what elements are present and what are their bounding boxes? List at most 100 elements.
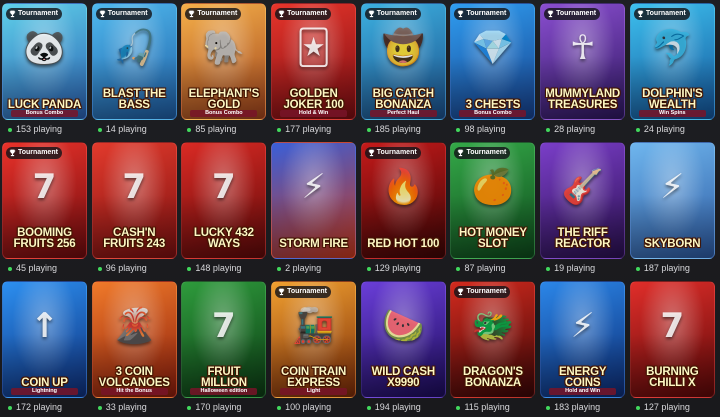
trophy-icon bbox=[458, 149, 464, 157]
game-card-the-riff-reactor[interactable]: 🎸 The Riff Reactor 19 playing bbox=[540, 142, 626, 277]
game-thumbnail[interactable]: 🐬 Dolphin's Wealth Win Spins Tournament bbox=[629, 3, 715, 120]
game-card-burning-chilli-x[interactable]: 7 Burning Chilli X 127 playing bbox=[629, 281, 715, 416]
game-card-storm-fire[interactable]: ⚡ Storm Fire 2 playing bbox=[271, 142, 357, 277]
player-count: 45 playing bbox=[8, 263, 57, 274]
game-subtitle: Halloween edition bbox=[190, 388, 258, 395]
tournament-badge: Tournament bbox=[454, 8, 511, 20]
game-card-fruit-million[interactable]: 7 Fruit Million Halloween edition 170 playi… bbox=[181, 281, 267, 416]
game-thumbnail[interactable]: 🎸 The Riff Reactor bbox=[540, 142, 626, 259]
game-card-elephant-s-gold[interactable]: 🐘 Elephant's Gold Bonus Combo Tournament 85 … bbox=[181, 3, 267, 138]
game-thumbnail[interactable]: ⚡ Energy Coins Hold and Win bbox=[540, 281, 626, 398]
trophy-icon bbox=[368, 10, 374, 18]
player-count-text: 100 playing bbox=[285, 402, 332, 412]
player-count-text: 153 playing bbox=[16, 124, 63, 134]
player-count: 187 playing bbox=[635, 263, 690, 274]
player-count-text: 187 playing bbox=[643, 263, 690, 273]
game-title: Storm Fire bbox=[279, 238, 348, 250]
player-count-text: 28 playing bbox=[554, 124, 596, 134]
game-thumbnail[interactable]: 🚂 Coin Train Express Light Tournament bbox=[271, 281, 357, 398]
game-card-lucky-432-ways[interactable]: 7 Lucky 432 Ways 148 playing bbox=[181, 142, 267, 277]
online-dot-icon bbox=[277, 405, 282, 410]
game-card-3-chests[interactable]: 💎 3 Chests Bonus Combo Tournament 98 playing bbox=[450, 3, 536, 138]
game-card-dolphin-s-wealth[interactable]: 🐬 Dolphin's Wealth Win Spins Tournament 24 p… bbox=[629, 3, 715, 138]
player-count: 85 playing bbox=[187, 124, 236, 135]
player-count-text: 177 playing bbox=[285, 124, 332, 134]
lightning-icon: ⚡ bbox=[301, 166, 326, 207]
game-thumbnail[interactable]: 7 Lucky 432 Ways bbox=[181, 142, 267, 259]
tournament-badge: Tournament bbox=[544, 8, 601, 20]
game-card-cash-n-fruits-243[interactable]: 7 Cash'n Fruits 243 96 playing bbox=[91, 142, 177, 277]
tournament-badge: Tournament bbox=[275, 286, 331, 298]
online-dot-icon bbox=[546, 127, 551, 132]
game-card-3-coin-volcanoes[interactable]: 🌋 3 Coin Volcanoes Hit the Bonus 33 playing bbox=[91, 281, 177, 416]
volcano-icon: 🌋 bbox=[113, 305, 156, 346]
tournament-badge: Tournament bbox=[185, 8, 242, 20]
game-title: Elephant's Gold bbox=[188, 88, 260, 111]
game-card-big-catch-bonanza[interactable]: 🤠 Big Catch Bonanza Perfect Haul Tournament… bbox=[360, 3, 446, 138]
tournament-badge-label: Tournament bbox=[18, 149, 58, 156]
game-title: The Riff Reactor bbox=[554, 227, 611, 250]
game-card-coin-train-express[interactable]: 🚂 Coin Train Express Light Tournament 100 pl… bbox=[271, 281, 357, 416]
game-card-coin-up[interactable]: ↑ Coin Up Lightning 172 playing bbox=[2, 281, 87, 416]
game-card-hot-money-slot[interactable]: 🍊 Hot Money Slot Tournament 87 playing bbox=[450, 142, 536, 277]
game-card-energy-coins[interactable]: ⚡ Energy Coins Hold and Win 183 playing bbox=[540, 281, 626, 416]
dragon-icon: 🐲 bbox=[471, 305, 515, 346]
flame-icon: 🔥 bbox=[382, 166, 425, 207]
game-thumbnail[interactable]: ☥ Mummyland Treasures Tournament bbox=[540, 3, 626, 120]
game-thumbnail[interactable]: 🔥 Red Hot 100 Tournament bbox=[360, 142, 446, 259]
fishing-icon: 🎣 bbox=[113, 27, 156, 68]
game-card-skyborn[interactable]: ⚡ Skyborn 187 playing bbox=[629, 142, 715, 277]
game-title: Booming Fruits 256 bbox=[13, 227, 76, 250]
player-count-text: 45 playing bbox=[16, 263, 58, 273]
watermelon-icon: 🍉 bbox=[382, 305, 425, 346]
game-card-booming-fruits-256[interactable]: 7 Booming Fruits 256 Tournament 45 playing bbox=[2, 142, 87, 277]
player-count-text: 87 playing bbox=[464, 263, 506, 273]
trophy-icon bbox=[278, 10, 285, 18]
trophy-icon bbox=[547, 10, 554, 18]
online-dot-icon bbox=[187, 266, 192, 271]
game-thumbnail[interactable]: 💎 3 Chests Bonus Combo Tournament bbox=[450, 3, 536, 120]
game-title: Burning Chilli X bbox=[646, 366, 699, 389]
game-card-blast-the-bass[interactable]: 🎣 Blast the Bass Tournament 14 playing bbox=[91, 3, 177, 138]
game-thumbnail[interactable]: 🌋 3 Coin Volcanoes Hit the Bonus bbox=[91, 281, 177, 398]
game-subtitle: Hold & Win bbox=[280, 110, 348, 117]
game-title: Skyborn bbox=[644, 238, 701, 250]
game-thumbnail[interactable]: 🐲 Dragon's Bonanza Tournament bbox=[450, 281, 536, 398]
game-thumbnail[interactable]: 7 Cash'n Fruits 243 bbox=[91, 142, 177, 259]
game-card-dragon-s-bonanza[interactable]: 🐲 Dragon's Bonanza Tournament 115 playing bbox=[450, 281, 536, 416]
online-dot-icon bbox=[277, 266, 282, 271]
game-thumbnail[interactable]: 🤠 Big Catch Bonanza Perfect Haul Tournament bbox=[360, 3, 446, 120]
game-thumbnail[interactable]: ⚡ Storm Fire bbox=[271, 142, 357, 259]
game-thumbnail[interactable]: 🍊 Hot Money Slot Tournament bbox=[450, 142, 536, 259]
game-thumbnail[interactable]: 7 Burning Chilli X bbox=[629, 281, 715, 398]
game-card-mummyland-treasures[interactable]: ☥ Mummyland Treasures Tournament 28 playing bbox=[540, 3, 626, 138]
game-thumbnail[interactable]: 7 Booming Fruits 256 Tournament bbox=[2, 142, 87, 259]
game-subtitle: Perfect Haul bbox=[369, 110, 437, 117]
tournament-badge-label: Tournament bbox=[556, 10, 597, 17]
game-title: Cash'n Fruits 243 bbox=[103, 227, 166, 250]
player-count-text: 129 playing bbox=[374, 263, 421, 273]
game-card-golden-joker-100[interactable]: 🃏 Golden Joker 100 Hold & Win Tournament 177… bbox=[271, 3, 357, 138]
game-thumbnail[interactable]: 7 Fruit Million Halloween edition bbox=[181, 281, 267, 398]
tournament-badge-label: Tournament bbox=[18, 10, 58, 17]
arrow-up-icon: ↑ bbox=[30, 305, 59, 346]
game-card-red-hot-100[interactable]: 🔥 Red Hot 100 Tournament 129 playing bbox=[360, 142, 446, 277]
panda-icon: 🐼 bbox=[23, 27, 66, 68]
game-thumbnail[interactable]: 🎣 Blast the Bass Tournament bbox=[91, 3, 177, 120]
trophy-icon bbox=[368, 149, 374, 157]
game-title: Dolphin's Wealth bbox=[642, 88, 703, 111]
game-thumbnail[interactable]: 🍉 Wild Cash x9990 bbox=[360, 281, 446, 398]
trophy-icon bbox=[458, 10, 464, 18]
game-thumbnail[interactable]: ↑ Coin Up Lightning bbox=[2, 281, 87, 398]
game-thumbnail[interactable]: 🐼 Luck Panda Bonus Combo Tournament bbox=[2, 3, 87, 120]
game-thumbnail[interactable]: ⚡ Skyborn bbox=[629, 142, 715, 259]
game-card-luck-panda[interactable]: 🐼 Luck Panda Bonus Combo Tournament 153 play… bbox=[2, 3, 87, 138]
player-count: 115 playing bbox=[456, 402, 510, 413]
online-dot-icon bbox=[187, 127, 192, 132]
online-dot-icon bbox=[97, 127, 102, 132]
game-thumbnail[interactable]: 🃏 Golden Joker 100 Hold & Win Tournament bbox=[271, 3, 357, 120]
player-count-text: 172 playing bbox=[16, 402, 63, 412]
game-card-wild-cash-x9990[interactable]: 🍉 Wild Cash x9990 194 playing bbox=[360, 281, 446, 416]
game-thumbnail[interactable]: 🐘 Elephant's Gold Bonus Combo Tournament bbox=[181, 3, 267, 120]
orange-icon: 🍊 bbox=[471, 166, 515, 207]
